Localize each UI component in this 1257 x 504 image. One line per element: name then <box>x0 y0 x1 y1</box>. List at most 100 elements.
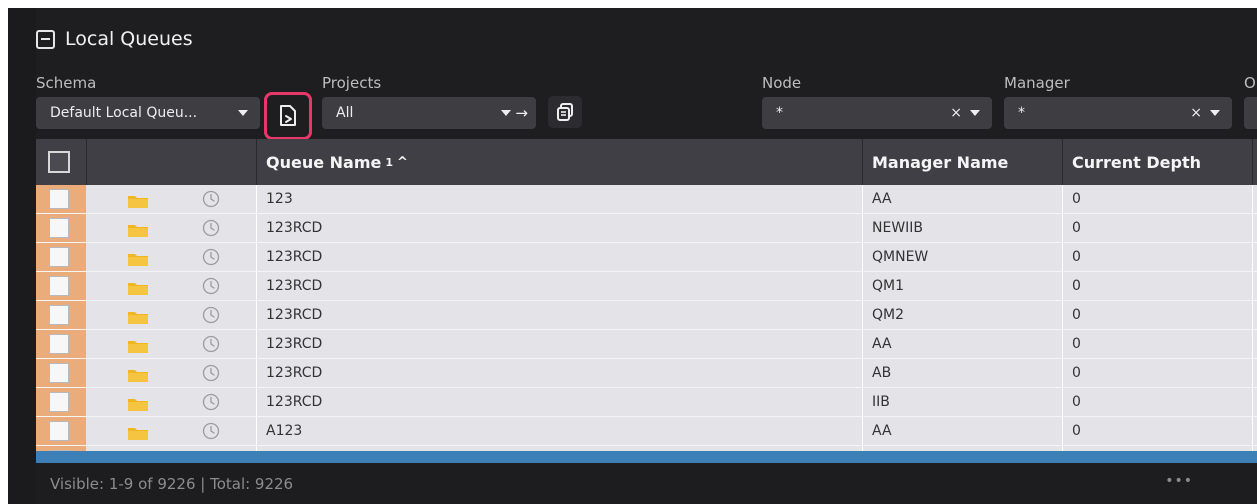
clear-icon[interactable]: × <box>1190 105 1202 121</box>
projects-select[interactable]: All → <box>322 97 536 129</box>
queue-name-cell[interactable]: 123RCD <box>256 272 862 300</box>
copy-button[interactable] <box>548 96 582 128</box>
clock-icon[interactable] <box>202 335 220 357</box>
clear-icon[interactable]: × <box>950 105 962 121</box>
folder-icon[interactable] <box>128 280 148 295</box>
row-checkbox[interactable] <box>49 189 69 209</box>
next-filter-select[interactable] <box>1244 97 1257 129</box>
schema-value: Default Local Queu... <box>50 105 198 121</box>
row-checkbox[interactable] <box>49 421 69 441</box>
column-divider <box>1252 139 1253 185</box>
sort-ascending-icon: ^ <box>397 154 408 170</box>
row-checkbox[interactable] <box>49 392 69 412</box>
clock-icon[interactable] <box>202 306 220 328</box>
folder-icon[interactable] <box>128 425 148 440</box>
more-options-icon[interactable]: ••• <box>1165 473 1193 489</box>
table-row[interactable]: A123 AA 0 <box>36 417 1257 446</box>
queue-name-cell[interactable]: 123RCD <box>256 388 862 416</box>
edit-document-icon <box>277 104 299 128</box>
table-row[interactable]: 123 AA 0 <box>36 185 1257 214</box>
manager-name-cell: AA <box>872 191 892 207</box>
left-gutter <box>8 8 36 504</box>
current-depth-cell: 0 <box>1072 249 1081 265</box>
panel-title-row[interactable]: Local Queues <box>36 28 193 50</box>
projects-label: Projects <box>322 74 382 92</box>
manager-name-cell: IIB <box>872 394 890 410</box>
grid-header: Queue Name 1 ^ Manager Name Current Dept… <box>36 139 1257 185</box>
column-header-queue-name[interactable]: Queue Name 1 ^ <box>256 139 862 185</box>
folder-icon[interactable] <box>128 193 148 208</box>
clock-icon[interactable] <box>202 219 220 241</box>
table-row[interactable]: 123RCD NEWIIB 0 <box>36 214 1257 243</box>
clock-icon[interactable] <box>202 393 220 415</box>
cell-divider <box>1252 330 1253 358</box>
queue-name-cell[interactable]: 123RCD <box>256 301 862 329</box>
select-all-checkbox[interactable] <box>48 151 70 173</box>
visible-count-text: Visible: 1-9 of 9226 | Total: 9226 <box>50 475 294 493</box>
row-checkbox[interactable] <box>49 276 69 296</box>
row-checkbox[interactable] <box>49 334 69 354</box>
current-depth-cell: 0 <box>1072 278 1081 294</box>
schema-label: Schema <box>36 74 97 92</box>
cell-divider <box>1252 185 1253 213</box>
manager-name-cell: AA <box>872 423 892 439</box>
cell-divider <box>1252 388 1253 416</box>
node-select[interactable]: * × <box>762 97 992 129</box>
manager-name-header-label: Manager Name <box>872 152 1009 172</box>
queue-name-cell[interactable]: 123RCD <box>256 243 862 271</box>
queue-name-cell[interactable]: A123 <box>256 417 862 445</box>
manager-name-cell: QM2 <box>872 307 905 323</box>
collapse-icon[interactable] <box>36 29 55 49</box>
table-row[interactable]: 123RCD QMNEW 0 <box>36 243 1257 272</box>
queue-name-cell[interactable]: 123RCD <box>256 330 862 358</box>
manager-label: Manager <box>1004 74 1070 92</box>
table-row[interactable]: 123RCD AB 0 <box>36 359 1257 388</box>
horizontal-scrollbar[interactable] <box>36 451 1257 463</box>
clock-icon[interactable] <box>202 277 220 299</box>
row-checkbox[interactable] <box>49 363 69 383</box>
cell-divider <box>1252 301 1253 329</box>
row-checkbox[interactable] <box>49 247 69 267</box>
folder-icon[interactable] <box>128 367 148 382</box>
folder-icon[interactable] <box>128 309 148 324</box>
clock-icon[interactable] <box>202 190 220 212</box>
row-checkbox[interactable] <box>49 218 69 238</box>
queue-name-cell[interactable]: 123 <box>256 185 862 213</box>
node-value: * <box>776 105 783 121</box>
next-filter-label: O <box>1244 74 1256 92</box>
clock-icon[interactable] <box>202 422 220 444</box>
chevron-down-icon <box>238 110 248 116</box>
table-row[interactable]: 123RCD AA 0 <box>36 330 1257 359</box>
folder-icon[interactable] <box>128 251 148 266</box>
chevron-down-icon <box>970 110 980 116</box>
chevron-down-icon <box>1210 110 1220 116</box>
table-row[interactable]: 123RCD QM1 0 <box>36 272 1257 301</box>
arrow-right-icon: → <box>515 104 528 122</box>
queue-name-cell[interactable]: 123RCD <box>256 359 862 387</box>
current-depth-cell: 0 <box>1072 191 1081 207</box>
column-header-current-depth[interactable]: Current Depth <box>1062 139 1252 185</box>
folder-icon[interactable] <box>128 396 148 411</box>
row-checkbox[interactable] <box>49 305 69 325</box>
folder-icon[interactable] <box>128 338 148 353</box>
projects-value: All <box>336 105 354 121</box>
column-header-manager-name[interactable]: Manager Name <box>862 139 1062 185</box>
folder-icon[interactable] <box>128 222 148 237</box>
column-divider <box>86 139 87 185</box>
panel-title: Local Queues <box>65 28 193 50</box>
manager-name-cell: AA <box>872 336 892 352</box>
table-row[interactable]: 123RCD QM2 0 <box>36 301 1257 330</box>
clock-icon[interactable] <box>202 248 220 270</box>
queue-name-cell[interactable]: 123RCD <box>256 214 862 242</box>
copy-icon <box>555 102 575 122</box>
current-depth-cell: 0 <box>1072 365 1081 381</box>
clock-icon[interactable] <box>202 364 220 386</box>
edit-schema-button[interactable] <box>264 92 312 140</box>
schema-select[interactable]: Default Local Queu... <box>36 97 260 129</box>
current-depth-cell: 0 <box>1072 220 1081 236</box>
status-bar: Visible: 1-9 of 9226 | Total: 9226 ••• <box>36 463 1257 504</box>
cell-divider <box>1252 359 1253 387</box>
table-row[interactable]: 123RCD IIB 0 <box>36 388 1257 417</box>
cell-divider <box>1252 417 1253 445</box>
manager-select[interactable]: * × <box>1004 97 1232 129</box>
